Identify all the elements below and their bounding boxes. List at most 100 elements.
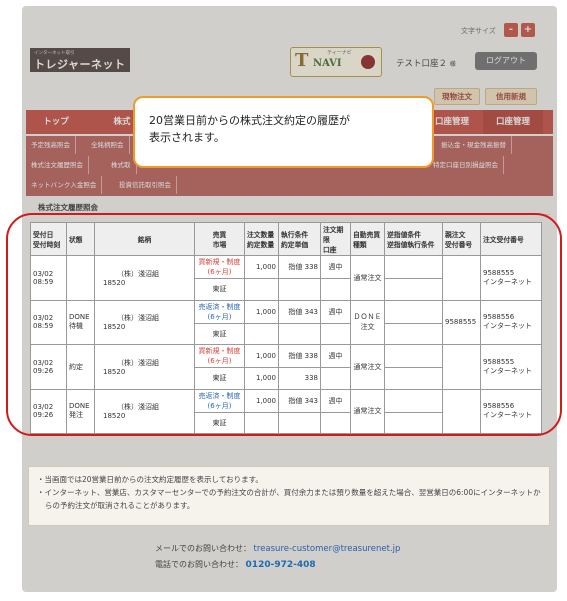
col-term-label: 注文期限 [323, 226, 344, 244]
table-row: 03/02 08:59 DONE 待機 （株）淺沼組 18520 売返済・制度(6ヶ月) 1,… [30, 299, 542, 345]
subnav-tokutei-pl[interactable]: 特定口座日別損益照会 [428, 156, 504, 174]
cell-account [320, 322, 351, 345]
cell-stop-exec [384, 278, 443, 301]
stock-name: （株）淺沼組 [117, 314, 159, 323]
nav-top[interactable]: トップ [26, 110, 86, 134]
contact-tel-number[interactable]: 0120-972-408 [246, 560, 316, 570]
col-account-label: 口座 [323, 246, 337, 254]
cell-market: 東証 [194, 322, 245, 345]
table-row: 03/02 09:26 約定 （株）淺沼組 18520 買新規・制度(6ヶ月) 1,000 指… [30, 344, 542, 390]
tnavi-logo[interactable]: ティーナビ T NAVI [290, 47, 382, 77]
cell-price [278, 278, 321, 301]
subnav-all-stocks[interactable]: 全銘柄照会 [86, 136, 130, 154]
cell-recv: 9588555 インターネット [480, 344, 542, 390]
cell-status: DONE 待機 [66, 299, 95, 345]
cell-name[interactable]: （株）淺沼組 18520 [94, 299, 195, 345]
auto-text: 通常注文 [353, 273, 382, 282]
nav-account-1[interactable]: 口座管理 [428, 110, 476, 134]
cell-recv: 9588556 インターネット [480, 299, 542, 345]
col-parent-recv-label: 受付番号 [445, 241, 473, 249]
col-market-label: 市場 [212, 241, 227, 249]
stock-code: 18520 [103, 367, 126, 376]
cell-name[interactable]: （株）淺沼組 18520 [94, 388, 195, 434]
cell-cond: 指値 343 [278, 388, 321, 413]
status-text: 約定 [69, 362, 83, 371]
status-text: DONE [69, 313, 90, 322]
cell-status [66, 255, 95, 301]
cell-name[interactable]: （株）淺沼組 18520 [94, 255, 195, 301]
cell-cond: 指値 338 [278, 255, 321, 279]
col-stop: 逆指値条件 逆指値執行条件 [384, 222, 443, 256]
cell-stop-exec [384, 322, 443, 345]
callout-line-2: 表示されます。 [149, 131, 225, 144]
col-exec-qty-label: 約定数量 [247, 241, 275, 249]
cell-account [320, 367, 351, 390]
margin-new-button[interactable]: 信用新規 [485, 88, 537, 105]
cell-stop-exec [384, 411, 443, 434]
stock-code: 18520 [103, 278, 126, 287]
site-logo[interactable]: インターネット取引 トレジャーネット [30, 48, 130, 72]
cell-market: 東証 [194, 278, 245, 301]
spot-order-button[interactable]: 現物注文 [434, 88, 480, 105]
font-increase-button[interactable]: + [521, 23, 535, 37]
recv-channel: インターネット [483, 366, 532, 375]
tnavi-t-letter: T [295, 50, 309, 71]
col-type-label: 種類 [353, 241, 367, 249]
cell-date: 03/02 09:26 [30, 388, 67, 434]
cell-exec-qty [244, 411, 279, 434]
col-name: 銘柄 [94, 222, 195, 256]
stock-code: 18520 [103, 323, 126, 332]
date-text: 03/02 [33, 358, 54, 367]
time-text: 08:59 [33, 322, 54, 331]
col-trade: 売買 市場 [194, 222, 245, 256]
logout-button[interactable]: ログアウト [475, 52, 537, 70]
cell-date: 03/02 08:59 [30, 299, 67, 345]
col-order-recv: 注文受付番号 [480, 222, 542, 256]
explanation-callout: 20営業日前からの株式注文約定の履歴が 表示されます。 [133, 96, 434, 168]
contact-mail-link[interactable]: treasure-customer@treasurenet.jp [254, 544, 401, 554]
col-auto-label: 自動売買 [353, 231, 381, 239]
section-title: 株式注文履歴照会 [30, 202, 550, 215]
cell-exec-qty [244, 278, 279, 301]
subnav-order-history[interactable]: 株式注文履歴照会 [26, 156, 89, 174]
cell-cond: 指値 338 [278, 344, 321, 368]
cell-parent [442, 255, 481, 301]
cell-exec-qty [244, 322, 279, 345]
cell-market: 東証 [194, 367, 245, 390]
col-qty: 注文数量 約定数量 [244, 222, 279, 256]
cell-stop [384, 388, 443, 413]
cell-stop [384, 299, 443, 324]
font-size-label: 文字サイズ [461, 27, 496, 35]
date-text: 03/02 [33, 269, 54, 278]
cell-qty: 1,000 [244, 255, 279, 279]
cell-parent [442, 344, 481, 390]
font-decrease-button[interactable]: - [504, 23, 518, 37]
contact-mail-label: メールでのお問い合わせ： [155, 544, 251, 553]
nav-account-2[interactable]: 口座管理 [483, 110, 543, 134]
cell-term: 週中 [320, 299, 351, 324]
cell-recv: 9588555 インターネット [480, 255, 542, 301]
recv-channel: インターネット [483, 411, 532, 420]
subnav-fund-history[interactable]: 投資信託取引照会 [114, 176, 177, 194]
cell-term: 週中 [320, 388, 351, 413]
subnav-stock-trade[interactable]: 株式取 [106, 156, 137, 174]
cell-recv: 9588556 インターネット [480, 388, 542, 434]
subnav-netbank[interactable]: ネットバンク入金照会 [26, 176, 103, 194]
callout-line-1: 20営業日前からの株式注文約定の履歴が [149, 114, 350, 127]
cell-name[interactable]: （株）淺沼組 18520 [94, 344, 195, 390]
tnavi-orb-icon [361, 55, 375, 69]
status-text: DONE [69, 402, 90, 411]
note-1: ・当画面では20営業日前からの注文約定履歴を表示しております。 [37, 475, 263, 484]
auto-text: ＤＯＮＥ [353, 313, 382, 322]
col-qty-label: 注文数量 [247, 231, 275, 239]
contact-tel-label: 電話でのお問い合わせ： [155, 560, 243, 569]
subnav-cash-transfer[interactable]: 振込金・現金残高振替 [436, 136, 512, 154]
cell-qty: 1,000 [244, 299, 279, 324]
cell-qty: 1,000 [244, 344, 279, 368]
auto-text: 通常注文 [353, 407, 382, 416]
cell-auto: 通常注文 [350, 255, 385, 301]
subnav-balance-plan[interactable]: 予定残高照会 [26, 136, 76, 154]
contact-tel: 電話でのお問い合わせ： 0120-972-408 [155, 559, 316, 570]
cell-auto: ＤＯＮＥ 注文 [350, 299, 385, 345]
recv-number: 9588555 [483, 268, 515, 277]
